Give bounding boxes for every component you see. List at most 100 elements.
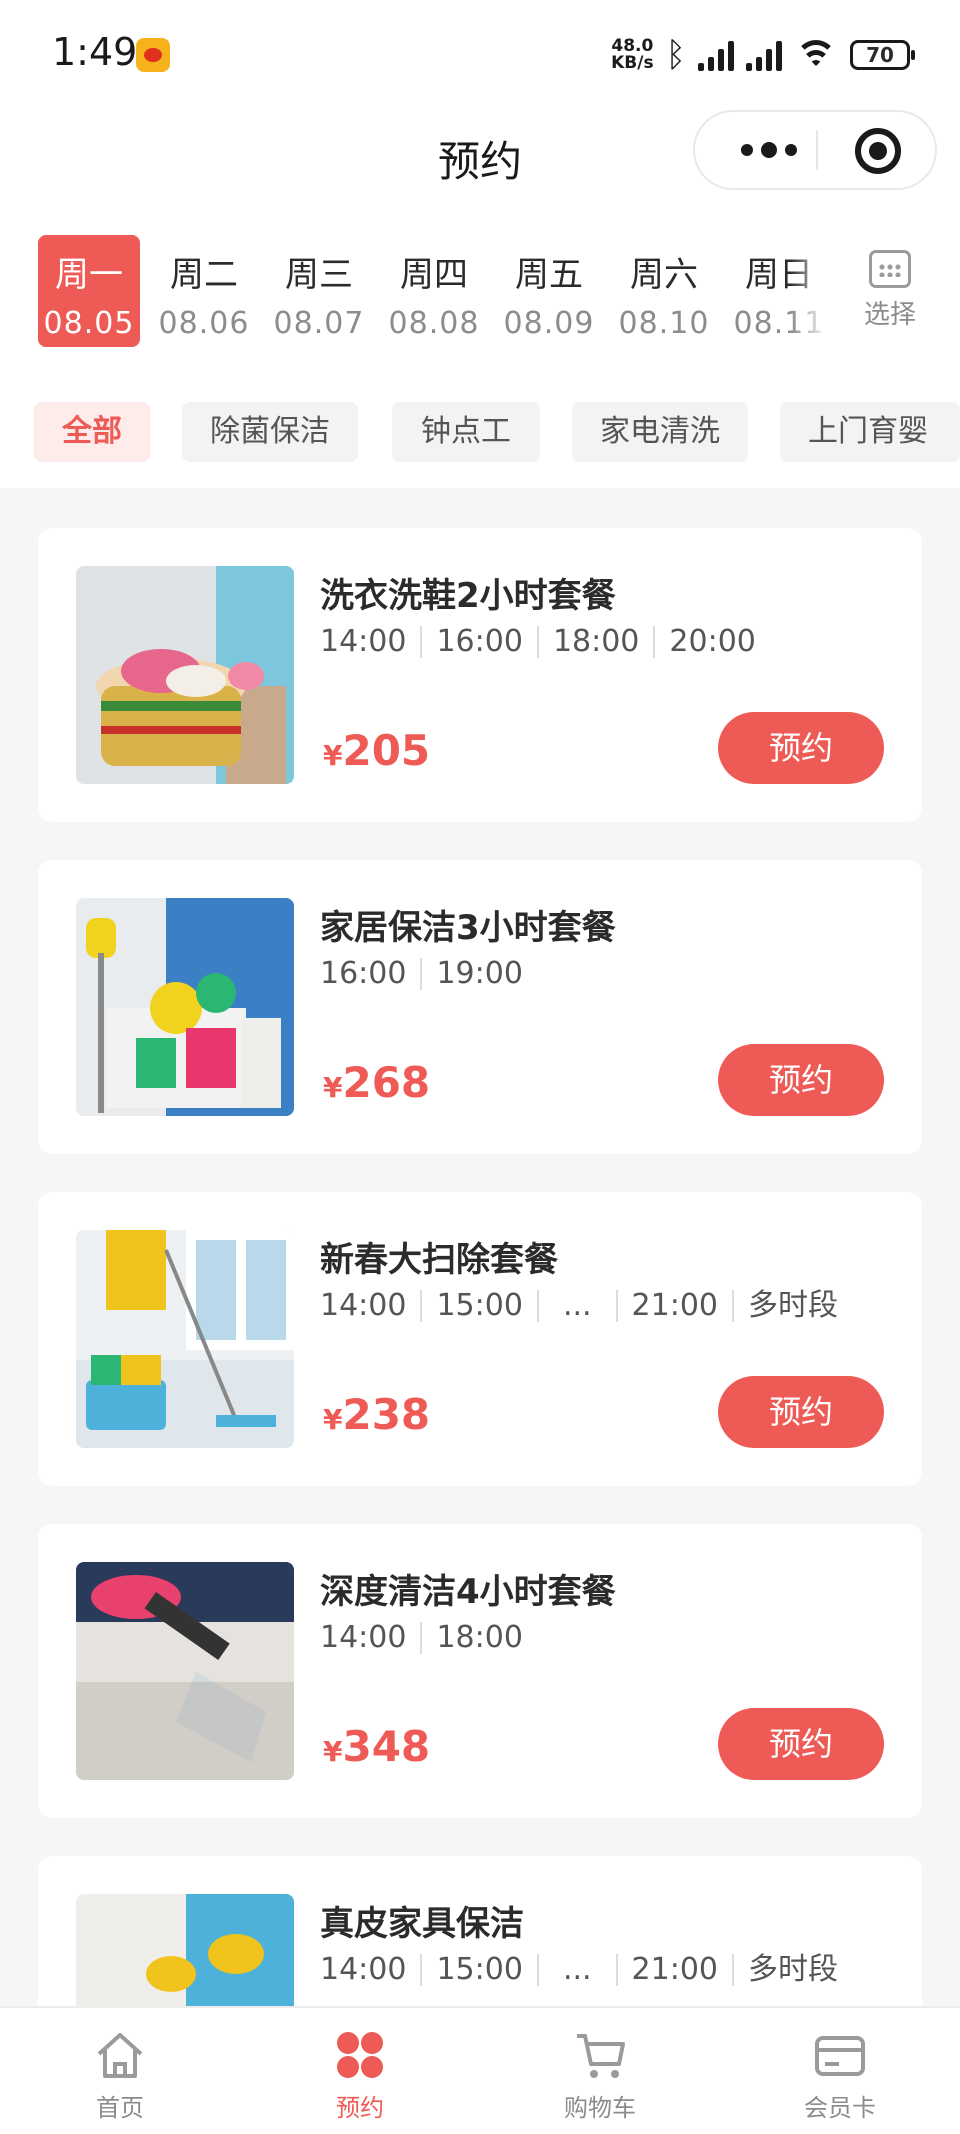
service-price: ¥238 xyxy=(323,1390,430,1439)
time-slots: 14:00 15:00 ... 21:00 多时段 xyxy=(320,1290,852,1322)
booking-icon xyxy=(333,2028,387,2082)
date-item-mon[interactable]: 周一 08.05 xyxy=(38,235,140,347)
network-speed: 48.0 KB/s xyxy=(611,38,653,72)
time-slot: 18:00 xyxy=(420,1622,536,1654)
currency-symbol: ¥ xyxy=(323,1071,343,1104)
capsule-divider xyxy=(816,130,818,170)
price-value: 268 xyxy=(342,1058,431,1107)
time-slot: 16:00 xyxy=(420,626,536,658)
time-slot: 15:00 xyxy=(420,1954,536,1986)
tab-label: 预约 xyxy=(336,2094,384,2122)
service-price: ¥268 xyxy=(323,1058,430,1107)
service-title: 真皮家具保洁 xyxy=(320,1904,524,1944)
nav-bar: 预约 xyxy=(0,110,960,230)
time-slot: 14:00 xyxy=(320,1952,407,1987)
signal-icon-2 xyxy=(746,39,782,71)
network-speed-unit: KB/s xyxy=(611,53,654,73)
time-slot: 15:00 xyxy=(420,1290,536,1322)
date-day: 周三 xyxy=(285,255,353,295)
date-day: 周四 xyxy=(400,255,468,295)
time-slot-ellipsis: ... xyxy=(536,1290,616,1322)
service-title: 深度清洁4小时套餐 xyxy=(320,1572,616,1612)
member-card-icon xyxy=(813,2028,867,2082)
service-card[interactable]: 新春大扫除套餐 14:00 15:00 ... 21:00 多时段 ¥238 预… xyxy=(38,1192,922,1486)
home-icon xyxy=(93,2028,147,2082)
book-button[interactable]: 预约 xyxy=(718,1708,884,1780)
date-selector: 周一 08.05 周二 08.06 周三 08.07 周四 08.08 周五 0… xyxy=(0,230,960,360)
time-slot: 14:00 xyxy=(320,1620,407,1655)
category-appliance-cleaning[interactable]: 家电清洗 xyxy=(572,402,748,462)
date-day: 周二 xyxy=(170,255,238,295)
category-sterilize-cleaning[interactable]: 除菌保洁 xyxy=(182,402,358,462)
service-image-deep-cleaning xyxy=(76,1562,294,1780)
service-card[interactable]: 深度清洁4小时套餐 14:00 18:00 ¥348 预约 xyxy=(38,1524,922,1818)
calendar-icon xyxy=(869,250,911,288)
more-icon[interactable] xyxy=(727,112,811,188)
tab-member-card[interactable]: 会员卡 xyxy=(780,2028,900,2123)
service-image-laundry xyxy=(76,566,294,784)
service-price: ¥348 xyxy=(323,1722,430,1771)
date-value: 08.07 xyxy=(273,306,365,341)
service-title: 新春大扫除套餐 xyxy=(320,1240,558,1280)
date-day: 周五 xyxy=(515,255,583,295)
signal-icon xyxy=(698,39,734,71)
date-day: 周六 xyxy=(630,255,698,295)
time-slot: 19:00 xyxy=(420,958,536,990)
more-time-slots[interactable]: 多时段 xyxy=(732,1290,852,1322)
tab-booking[interactable]: 预约 xyxy=(300,2028,420,2123)
currency-symbol: ¥ xyxy=(323,1403,343,1436)
book-button[interactable]: 预约 xyxy=(718,712,884,784)
service-card[interactable]: 洗衣洗鞋2小时套餐 14:00 16:00 18:00 20:00 ¥205 预… xyxy=(38,528,922,822)
calendar-select-button[interactable]: 选择 xyxy=(840,250,940,350)
battery-icon: 70 xyxy=(850,40,915,70)
service-image-home-cleaning xyxy=(76,898,294,1116)
time-slot-ellipsis: ... xyxy=(536,1954,616,1986)
category-infant-care[interactable]: 上门育婴 xyxy=(780,402,960,462)
date-day: 周一 xyxy=(55,255,123,295)
book-button[interactable]: 预约 xyxy=(718,1376,884,1448)
time-slot: 14:00 xyxy=(320,1288,407,1323)
status-bar: 1:49 48.0 KB/s ᛒ 70 xyxy=(0,0,960,110)
currency-symbol: ¥ xyxy=(323,1735,343,1768)
tab-home[interactable]: 首页 xyxy=(60,2028,180,2123)
status-time: 1:49 xyxy=(52,30,138,74)
bluetooth-icon: ᛒ xyxy=(665,35,686,75)
price-value: 238 xyxy=(342,1390,431,1439)
service-image-spring-cleaning xyxy=(76,1230,294,1448)
close-icon[interactable] xyxy=(855,128,901,174)
tab-label: 首页 xyxy=(96,2094,144,2122)
date-item-fri[interactable]: 周五 08.09 xyxy=(498,235,600,347)
date-item-thu[interactable]: 周四 08.08 xyxy=(383,235,485,347)
date-value: 08.10 xyxy=(618,306,710,341)
time-slots: 14:00 18:00 xyxy=(320,1622,537,1654)
tab-label: 会员卡 xyxy=(804,2094,876,2122)
wifi-icon xyxy=(794,38,838,72)
date-item-sat[interactable]: 周六 08.10 xyxy=(613,235,715,347)
time-slot: 21:00 xyxy=(615,1954,732,1986)
category-tabs: 全部 除菌保洁 钟点工 家电清洗 上门育婴 xyxy=(0,360,960,488)
service-price: ¥205 xyxy=(323,726,430,775)
currency-symbol: ¥ xyxy=(323,739,343,772)
time-slot: 16:00 xyxy=(320,956,407,991)
service-card[interactable]: 家居保洁3小时套餐 16:00 19:00 ¥268 预约 xyxy=(38,860,922,1154)
time-slot: 21:00 xyxy=(615,1290,732,1322)
book-button[interactable]: 预约 xyxy=(718,1044,884,1116)
service-title: 家居保洁3小时套餐 xyxy=(320,908,616,948)
date-item-wed[interactable]: 周三 08.07 xyxy=(268,235,370,347)
price-value: 348 xyxy=(342,1722,431,1771)
tab-cart[interactable]: 购物车 xyxy=(540,2028,660,2123)
time-slots: 14:00 16:00 18:00 20:00 xyxy=(320,626,770,658)
time-slots: 14:00 15:00 ... 21:00 多时段 xyxy=(320,1954,852,1986)
category-hourly-worker[interactable]: 钟点工 xyxy=(392,402,540,462)
time-slot: 14:00 xyxy=(320,624,407,659)
time-slot: 20:00 xyxy=(653,626,769,658)
date-item-tue[interactable]: 周二 08.06 xyxy=(153,235,255,347)
date-scroll-fade xyxy=(790,230,830,360)
more-time-slots[interactable]: 多时段 xyxy=(732,1954,852,1986)
mini-program-capsule xyxy=(693,110,937,190)
category-all[interactable]: 全部 xyxy=(34,402,150,462)
date-value: 08.09 xyxy=(503,306,595,341)
bottom-tab-bar: 首页 预约 购物车 会员卡 xyxy=(0,2006,960,2134)
service-title: 洗衣洗鞋2小时套餐 xyxy=(320,576,616,616)
price-value: 205 xyxy=(342,726,431,775)
